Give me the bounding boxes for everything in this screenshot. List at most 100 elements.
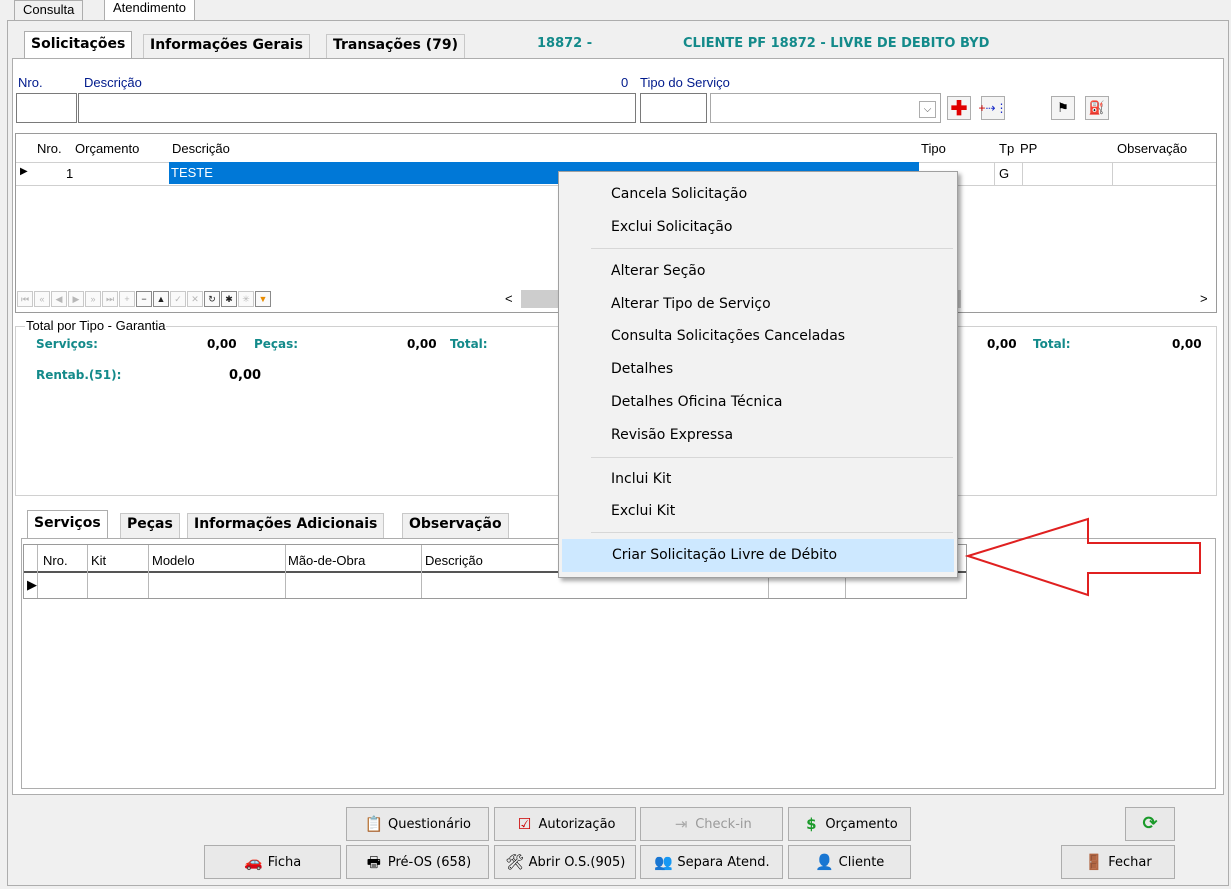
menu-item-alterar-secao[interactable]: Alterar Seção xyxy=(559,256,957,286)
menu-item-detalhes[interactable]: Detalhes xyxy=(559,354,957,384)
scroll-left-icon[interactable]: < xyxy=(505,291,513,306)
filter-icon[interactable]: ▼ xyxy=(255,291,271,307)
checkbox-icon: ☑ xyxy=(517,815,532,833)
menu-item-criar-livre-debito[interactable]: Criar Solicitação Livre de Débito xyxy=(562,539,954,572)
tab-atendimento[interactable]: Atendimento xyxy=(104,0,195,20)
grid-col-line xyxy=(37,545,38,598)
tab-solicitacoes[interactable]: Solicitações xyxy=(24,31,133,58)
right-value: 0,00 xyxy=(987,337,1017,351)
ficha-button[interactable]: 🚗 Ficha xyxy=(204,845,341,879)
questionario-label: Questionário xyxy=(387,816,472,832)
tab-informacoes-adicionais[interactable]: Informações Adicionais xyxy=(187,513,385,538)
header-client: CLIENTE PF 18872 - LIVRE DE DEBITO BYD xyxy=(683,36,990,51)
refresh-button[interactable]: ⟳ xyxy=(1125,807,1175,841)
col-mao-de-obra: Mão-de-Obra xyxy=(288,553,366,568)
goto-bookmark-icon[interactable]: ✳ xyxy=(238,291,254,307)
grid-cell-line xyxy=(1022,162,1023,186)
menu-item-alterar-tipo-servico[interactable]: Alterar Tipo de Serviço xyxy=(559,289,957,319)
oil-can-icon[interactable]: ⛽ xyxy=(1085,96,1109,120)
menu-item-revisao-expressa[interactable]: Revisão Expressa xyxy=(559,420,957,450)
tipo-code-input[interactable] xyxy=(640,93,707,123)
descricao-input[interactable] xyxy=(78,93,636,123)
pecas-label: Peças: xyxy=(254,337,299,351)
checkin-icon: ⇥ xyxy=(674,815,688,833)
people-icon: 👥 xyxy=(654,853,673,871)
cancel-icon[interactable]: ✕ xyxy=(187,291,203,307)
printer-icon: 🖶 xyxy=(366,853,381,871)
add-icon[interactable]: ✚ xyxy=(947,96,971,120)
scroll-right-icon[interactable]: > xyxy=(1200,291,1208,306)
bookmark-icon[interactable]: ✱ xyxy=(221,291,237,307)
next-icon[interactable]: ▶ xyxy=(68,291,84,307)
edit-icon[interactable]: ▲ xyxy=(153,291,169,307)
row-indicator-icon: ▶ xyxy=(27,577,37,592)
col-observacao: Observação xyxy=(1117,141,1188,156)
annotation-arrow-icon xyxy=(964,517,1201,597)
grid-col-line xyxy=(148,545,149,598)
rentab-label: Rentab.(51): xyxy=(36,368,122,382)
refresh-icon[interactable]: ↻ xyxy=(204,291,220,307)
menu-item-cancela-solicitacao[interactable]: Cancela Solicitação xyxy=(559,179,957,209)
person-icon: 👤 xyxy=(815,853,835,871)
chevron-down-icon[interactable]: ⌵ xyxy=(919,101,936,118)
questionnaire-icon: 📋 xyxy=(364,815,384,833)
orcamento-button[interactable]: $ Orçamento xyxy=(788,807,911,841)
row-nro: 1 xyxy=(66,166,74,181)
totals-title: Total por Tipo - Garantia xyxy=(25,318,167,333)
separa-atend-label: Separa Atend. xyxy=(677,854,770,870)
car-icon: 🚗 xyxy=(244,853,264,871)
menu-item-consulta-canceladas[interactable]: Consulta Solicitações Canceladas xyxy=(559,321,957,351)
checkin-button[interactable]: ⇥ Check-in xyxy=(640,807,783,841)
menu-item-inclui-kit[interactable]: Inclui Kit xyxy=(559,464,957,494)
post-icon[interactable]: ✓ xyxy=(170,291,186,307)
grid-col-line xyxy=(421,545,422,598)
people-transfer-icon[interactable]: ⚑ xyxy=(1051,96,1075,120)
menu-separator xyxy=(591,457,953,458)
grid-navigator: ⏮ « ◀ ▶ » ⏭ + − ▲ ✓ ✕ ↻ ✱ ✳ ▼ xyxy=(17,291,271,307)
last-icon[interactable]: ⏭ xyxy=(102,291,118,307)
cliente-label: Cliente xyxy=(838,854,885,870)
right-total-label: Total: xyxy=(1033,337,1071,351)
refresh-icon: ⟳ xyxy=(1142,813,1158,834)
fechar-label: Fechar xyxy=(1108,854,1152,870)
tab-servicos[interactable]: Serviços xyxy=(27,510,108,538)
insert-item-icon[interactable]: + ⇢⋮ xyxy=(978,96,1008,120)
insert-icon[interactable]: + xyxy=(119,291,135,307)
dollar-icon: $ xyxy=(806,815,817,833)
tab-informacoes-gerais[interactable]: Informações Gerais xyxy=(143,34,310,58)
grid-col-line xyxy=(285,545,286,598)
first-icon[interactable]: ⏮ xyxy=(17,291,33,307)
menu-item-detalhes-oficina[interactable]: Detalhes Oficina Técnica xyxy=(559,387,957,417)
cliente-button[interactable]: 👤 Cliente xyxy=(788,845,911,879)
nro-input[interactable] xyxy=(16,93,77,123)
pre-os-button[interactable]: 🖶 Pré-OS (658) xyxy=(346,845,489,879)
next-page-icon[interactable]: » xyxy=(85,291,101,307)
tab-consulta[interactable]: Consulta xyxy=(14,0,84,20)
col-tp: Tp xyxy=(999,141,1015,156)
autorizacao-button[interactable]: ☑ Autorização xyxy=(494,807,636,841)
right-total-value: 0,00 xyxy=(1172,337,1202,351)
separa-atend-button[interactable]: 👥 Separa Atend. xyxy=(640,845,783,879)
tipo-servico-select[interactable]: ⌵ xyxy=(710,93,941,123)
prior-icon[interactable]: ◀ xyxy=(51,291,67,307)
tipo-servico-label: Tipo do Serviço xyxy=(640,75,730,90)
abrir-os-button[interactable]: 🛠 Abrir O.S.(905) xyxy=(494,845,636,879)
menu-item-exclui-kit[interactable]: Exclui Kit xyxy=(559,496,957,526)
servicos-value: 0,00 xyxy=(207,337,237,351)
menu-separator xyxy=(591,248,953,249)
menu-item-exclui-solicitacao[interactable]: Exclui Solicitação xyxy=(559,212,957,242)
rentab-value: 0,00 xyxy=(229,368,262,383)
tab-transacoes[interactable]: Transações (79) xyxy=(326,34,466,58)
fechar-button[interactable]: 🚪 Fechar xyxy=(1061,845,1175,879)
col-nro: Nro. xyxy=(43,553,68,568)
tab-observacao[interactable]: Observação xyxy=(402,513,509,538)
tab-pecas[interactable]: Peças xyxy=(120,513,180,538)
prior-page-icon[interactable]: « xyxy=(34,291,50,307)
header-code: 18872 - xyxy=(537,36,593,51)
pre-os-label: Pré-OS (658) xyxy=(387,854,472,870)
row-indicator-icon: ▶ xyxy=(20,166,28,177)
delete-icon[interactable]: − xyxy=(136,291,152,307)
descricao-label: Descrição xyxy=(84,75,142,90)
col-pp: PP xyxy=(1020,141,1038,156)
questionario-button[interactable]: 📋 Questionário xyxy=(346,807,489,841)
